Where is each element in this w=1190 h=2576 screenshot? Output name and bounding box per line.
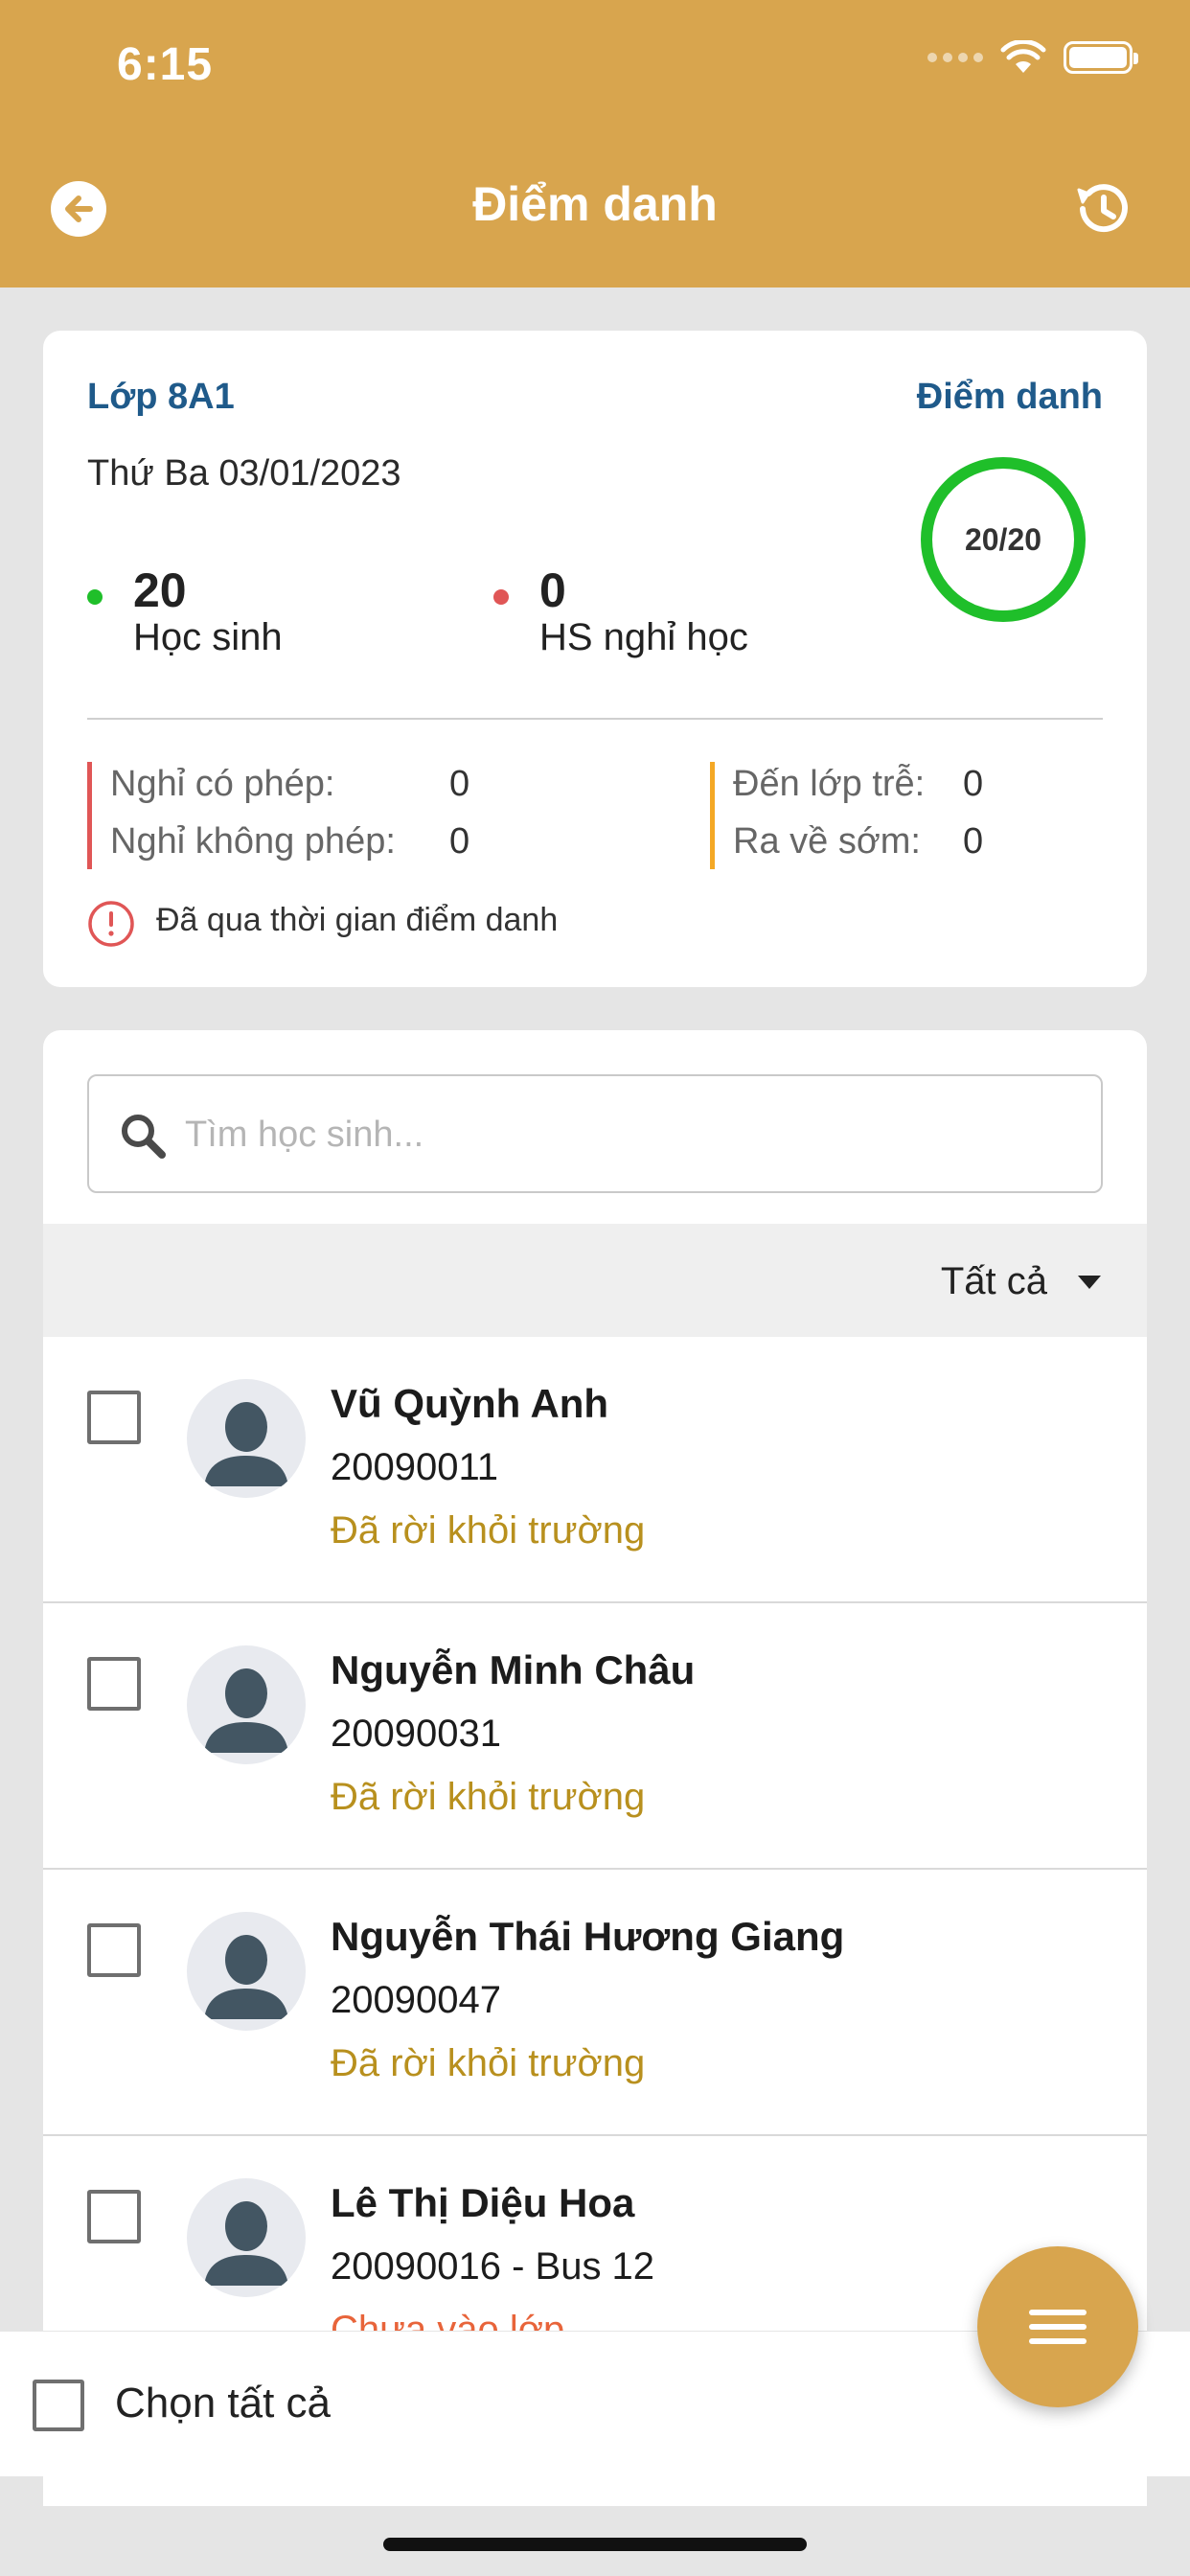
cellular-signal-icon: [927, 53, 983, 62]
unexcused-label: Nghỉ không phép:: [110, 821, 396, 862]
search-icon: [122, 1115, 166, 1159]
avatar: [187, 1379, 306, 1498]
select-all-label[interactable]: Chọn tất cả: [115, 2380, 331, 2427]
select-all-checkbox[interactable]: [33, 2380, 84, 2431]
late-label: Đến lớp trễ:: [733, 764, 926, 804]
search-input[interactable]: [185, 1101, 1047, 1168]
excused-label: Nghỉ có phép:: [110, 764, 335, 804]
lateness-indicator-bar: [710, 762, 715, 869]
page-title: Điểm danh: [472, 177, 718, 231]
student-row[interactable]: Vũ Quỳnh Anh 20090011 Đã rời khỏi trường: [43, 1337, 1147, 1603]
unexcused-value: 0: [449, 821, 470, 862]
excused-value: 0: [449, 764, 470, 804]
student-row[interactable]: Nguyễn Thái Hương Giang 20090047 Đã rời …: [43, 1870, 1147, 2136]
late-value: 0: [963, 764, 984, 804]
attendance-date: Thứ Ba 03/01/2023: [87, 453, 401, 494]
student-name: Lê Thị Diệu Hoa: [331, 2180, 635, 2225]
avatar: [187, 1912, 306, 2031]
absent-count-label: HS nghỉ học: [539, 616, 748, 658]
filter-dropdown[interactable]: Tất cả: [941, 1260, 1047, 1303]
class-name: Lớp 8A1: [87, 377, 235, 417]
student-code: 20090031: [331, 1713, 501, 1755]
card-divider: [87, 718, 1103, 720]
attendance-deadline-warning: Đã qua thời gian điểm danh: [156, 902, 559, 938]
absent-count: 0: [539, 564, 566, 617]
absence-indicator-bar: [87, 762, 92, 869]
attendance-ratio: 20/20: [964, 521, 1042, 557]
student-list-card: Tất cả Vũ Quỳnh Anh 20090011 Đã rời khỏi…: [43, 1030, 1147, 2506]
student-status: Đã rời khỏi trường: [331, 2042, 646, 2084]
student-code: 20090047: [331, 1979, 501, 2021]
menu-fab-button[interactable]: [977, 2246, 1138, 2407]
early-leave-label: Ra về sớm:: [733, 821, 921, 862]
attendance-summary-card: Lớp 8A1 Điểm danh Thứ Ba 03/01/2023 20/2…: [43, 331, 1147, 987]
student-status: Đã rời khỏi trường: [331, 1776, 646, 1818]
student-checkbox[interactable]: [87, 1657, 141, 1711]
student-code: 20090016 - Bus 12: [331, 2245, 655, 2288]
avatar: [187, 1645, 306, 1764]
app-header: 6:15 Điểm danh: [0, 0, 1190, 288]
status-time: 6:15: [117, 39, 214, 90]
info-icon: [88, 901, 134, 947]
absent-dot: [493, 589, 509, 605]
student-row[interactable]: Nguyễn Minh Châu 20090031 Đã rời khỏi tr…: [43, 1603, 1147, 1870]
avatar: [187, 2178, 306, 2297]
student-checkbox[interactable]: [87, 1391, 141, 1444]
person-icon: [204, 1402, 288, 1486]
home-indicator: [383, 2538, 807, 2551]
present-dot: [87, 589, 103, 605]
history-icon[interactable]: [1069, 176, 1134, 242]
search-box[interactable]: [87, 1074, 1103, 1193]
student-name: Vũ Quỳnh Anh: [331, 1381, 609, 1426]
student-checkbox[interactable]: [87, 2190, 141, 2243]
student-name: Nguyễn Minh Châu: [331, 1647, 696, 1692]
status-icons: [927, 40, 1138, 75]
student-code: 20090011: [331, 1446, 498, 1488]
student-name: Nguyễn Thái Hương Giang: [331, 1914, 845, 1959]
early-leave-value: 0: [963, 821, 984, 862]
student-count: 20: [133, 564, 187, 617]
person-icon: [204, 2201, 288, 2286]
person-icon: [204, 1935, 288, 2019]
student-status: Đã rời khỏi trường: [331, 1509, 646, 1552]
caret-down-icon[interactable]: [1078, 1276, 1101, 1289]
attendance-link[interactable]: Điểm danh: [917, 377, 1103, 418]
student-checkbox[interactable]: [87, 1923, 141, 1977]
filter-bar: Tất cả: [43, 1224, 1147, 1337]
wifi-icon: [1000, 40, 1046, 73]
student-count-label: Học sinh: [133, 616, 283, 658]
person-icon: [204, 1668, 288, 1753]
battery-icon: [1064, 41, 1138, 74]
